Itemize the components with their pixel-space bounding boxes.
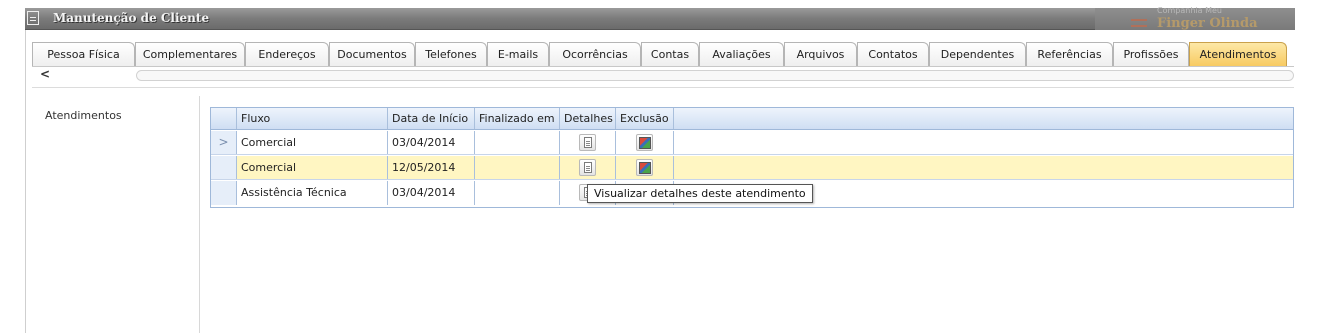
tab-complementares[interactable]: Complementares: [135, 42, 245, 67]
delete-button[interactable]: [636, 134, 653, 151]
cell-data-inicio: 03/04/2014: [388, 131, 475, 154]
tab-emails[interactable]: E-mails: [487, 42, 549, 67]
delete-icon: [639, 137, 651, 149]
cell-data-inicio: 03/04/2014: [388, 181, 475, 205]
cell-finalizado-em: [475, 156, 560, 179]
cell-finalizado-em: [475, 131, 560, 154]
window-border: [25, 30, 26, 333]
header-finalizado-em[interactable]: Finalizado em: [475, 108, 560, 129]
section-label: Atendimentos: [45, 109, 122, 122]
header-detalhes[interactable]: Detalhes: [560, 108, 616, 129]
document-view-icon: [584, 137, 592, 148]
cell-data-inicio: 12/05/2014: [388, 156, 475, 179]
details-tooltip: Visualizar detalhes deste atendimento: [587, 184, 813, 203]
cell-finalizado-em: [475, 181, 560, 205]
brand-logo: Companhia Meu Finger Olinda: [1095, 6, 1295, 31]
tab-contas[interactable]: Contas: [641, 42, 699, 67]
side-divider: [199, 96, 200, 333]
tab-dependentes[interactable]: Dependentes: [929, 42, 1026, 67]
tab-telefones[interactable]: Telefones: [415, 42, 487, 67]
window-titlebar: Manutenção de Cliente Companhia Meu Fing…: [25, 6, 1295, 31]
delete-button[interactable]: [636, 159, 653, 176]
tab-documentos[interactable]: Documentos: [329, 42, 415, 67]
tab-profissoes[interactable]: Profissões: [1113, 42, 1189, 67]
table-row[interactable]: > Comercial 03/04/2014: [211, 131, 1293, 155]
tab-arquivos[interactable]: Arquivos: [784, 42, 857, 67]
tab-strip-divider: [32, 66, 1294, 67]
cell-fluxo: Comercial: [237, 156, 388, 179]
tab-referencias[interactable]: Referências: [1026, 42, 1113, 67]
brand-mark-icon: [1131, 19, 1147, 27]
tab-avaliacoes[interactable]: Avaliações: [699, 42, 784, 67]
cell-fluxo: Comercial: [237, 131, 388, 154]
tab-atendimentos[interactable]: Atendimentos: [1189, 42, 1287, 67]
brand-small-text: Companhia Meu: [1157, 6, 1222, 15]
row-indicator: >: [211, 131, 237, 154]
delete-icon: [639, 162, 651, 174]
header-fluxo[interactable]: Fluxo: [237, 108, 388, 129]
header-exclusao[interactable]: Exclusão: [616, 108, 674, 129]
grid-header: Fluxo Data de Início Finalizado em Detal…: [211, 108, 1293, 130]
row-indicator: [211, 156, 237, 179]
tab-contatos[interactable]: Contatos: [857, 42, 929, 67]
tab-enderecos[interactable]: Endereços: [245, 42, 329, 67]
tab-scrollbar[interactable]: [136, 70, 1294, 81]
document-icon: [27, 11, 39, 25]
tab-ocorrencias[interactable]: Ocorrências: [549, 42, 641, 67]
brand-name: Finger Olinda: [1157, 16, 1258, 31]
cell-fluxo: Assistência Técnica: [237, 181, 388, 205]
cell-detalhes: [560, 156, 616, 179]
view-details-button[interactable]: [579, 134, 596, 151]
tab-pessoa-fisica[interactable]: Pessoa Física: [32, 42, 135, 67]
cell-detalhes: [560, 131, 616, 154]
table-row[interactable]: Comercial 12/05/2014: [211, 156, 1293, 180]
document-view-icon: [584, 162, 592, 173]
cell-exclusao: [616, 156, 674, 179]
view-details-button[interactable]: [579, 159, 596, 176]
header-data-inicio[interactable]: Data de Início: [388, 108, 475, 129]
cell-exclusao: [616, 131, 674, 154]
scroll-left-arrow-icon[interactable]: <: [40, 67, 50, 81]
window-title: Manutenção de Cliente: [53, 11, 210, 25]
header-indicator: [211, 108, 237, 129]
row-indicator: [211, 181, 237, 205]
content-divider: [32, 87, 1294, 88]
tab-scroller: <: [40, 67, 1294, 82]
